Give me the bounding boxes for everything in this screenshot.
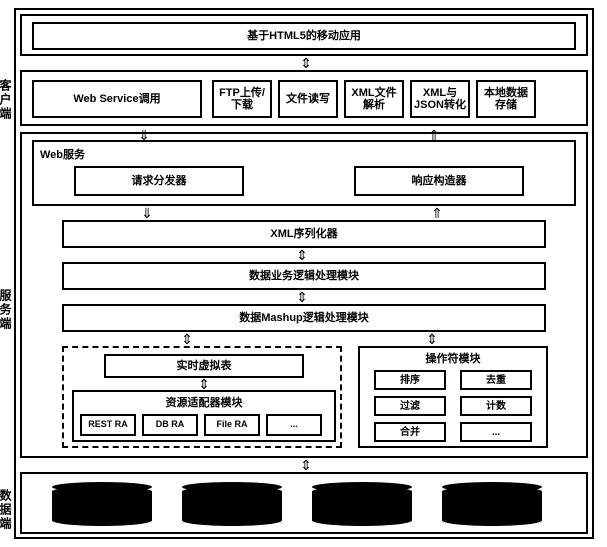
arrow-ser-biz: ⇕ (292, 248, 312, 262)
xml-parse-box: XML文件解析 (344, 80, 404, 118)
biz-logic-box: 数据业务逻辑处理模块 (62, 262, 546, 290)
tier-label-data: 数据端 (0, 485, 14, 535)
arrow-vtable-ra: ⇕ (194, 378, 214, 390)
ftp-box: FTP上传/下载 (212, 80, 272, 118)
arrow-biz-mashup: ⇕ (292, 290, 312, 304)
op-dedup-box: 去重 (460, 370, 532, 390)
data-cylinder-3 (312, 486, 412, 526)
arrow-client-internal: ⇕ (296, 56, 316, 70)
ra-module-label: 资源适配器模块 (74, 394, 334, 410)
html5-app-box: 基于HTML5的移动应用 (32, 22, 576, 50)
web-service-call-box: Web Service调用 (32, 80, 202, 118)
ra-rest-box: REST RA (80, 414, 136, 436)
ra-more-box: ... (266, 414, 322, 436)
arrow-mashup-left: ⇕ (177, 332, 197, 346)
mashup-box: 数据Mashup逻辑处理模块 (62, 304, 546, 332)
ra-module-group: 资源适配器模块 REST RA DB RA File RA ... (72, 390, 336, 442)
ra-file-box: File RA (204, 414, 260, 436)
operator-module-group: 操作符模块 排序 去重 过滤 计数 合并 ... (358, 346, 548, 448)
web-service-group: Web服务 ⇓ ⇑ 请求分发器 响应构造器 (32, 140, 576, 206)
web-service-group-label: Web服务 (40, 146, 85, 162)
data-cylinder-1 (52, 486, 152, 526)
data-cylinder-4 (442, 486, 542, 526)
operator-module-label: 操作符模块 (360, 350, 546, 366)
server-tier: Web服务 ⇓ ⇑ 请求分发器 响应构造器 ⇓ ⇑ XML序列化器 ⇕ 数据业务… (20, 132, 588, 458)
op-count-box: 计数 (460, 396, 532, 416)
xml-json-box: XML与JSON转化 (410, 80, 470, 118)
ra-db-box: DB RA (142, 414, 198, 436)
tier-label-server: 服务端 (0, 260, 14, 360)
data-tier (20, 472, 588, 534)
arrow-responder-up: ⇑ (427, 206, 447, 220)
resource-group: 实时虚拟表 ⇕ 资源适配器模块 REST RA DB RA File RA ..… (62, 346, 342, 448)
local-store-box: 本地数据存储 (476, 80, 536, 118)
client-services-row: Web Service调用 FTP上传/下载 文件读写 XML文件解析 XML与… (20, 70, 588, 126)
tier-label-client: 客户端 (0, 50, 14, 150)
op-sort-box: 排序 (374, 370, 446, 390)
vtable-box: 实时虚拟表 (104, 354, 304, 378)
data-cylinder-2 (182, 486, 282, 526)
responder-box: 响应构造器 (354, 166, 524, 196)
op-merge-box: 合并 (374, 422, 446, 442)
arrow-up-from-responder: ⇑ (424, 128, 444, 142)
op-more-box: ... (460, 422, 532, 442)
arrow-down-to-dispatcher: ⇓ (134, 128, 154, 142)
arrow-mashup-right: ⇕ (422, 332, 442, 346)
xml-serializer-box: XML序列化器 (62, 220, 546, 248)
architecture-diagram: 客户端 基于HTML5的移动应用 ⇕ Web Service调用 FTP上传/下… (14, 8, 594, 539)
client-app-row: 基于HTML5的移动应用 (20, 14, 588, 56)
op-filter-box: 过滤 (374, 396, 446, 416)
arrow-dispatcher-down: ⇓ (137, 206, 157, 220)
dispatcher-box: 请求分发器 (74, 166, 244, 196)
arrow-server-data: ⇕ (296, 458, 316, 472)
file-rw-box: 文件读写 (278, 80, 338, 118)
